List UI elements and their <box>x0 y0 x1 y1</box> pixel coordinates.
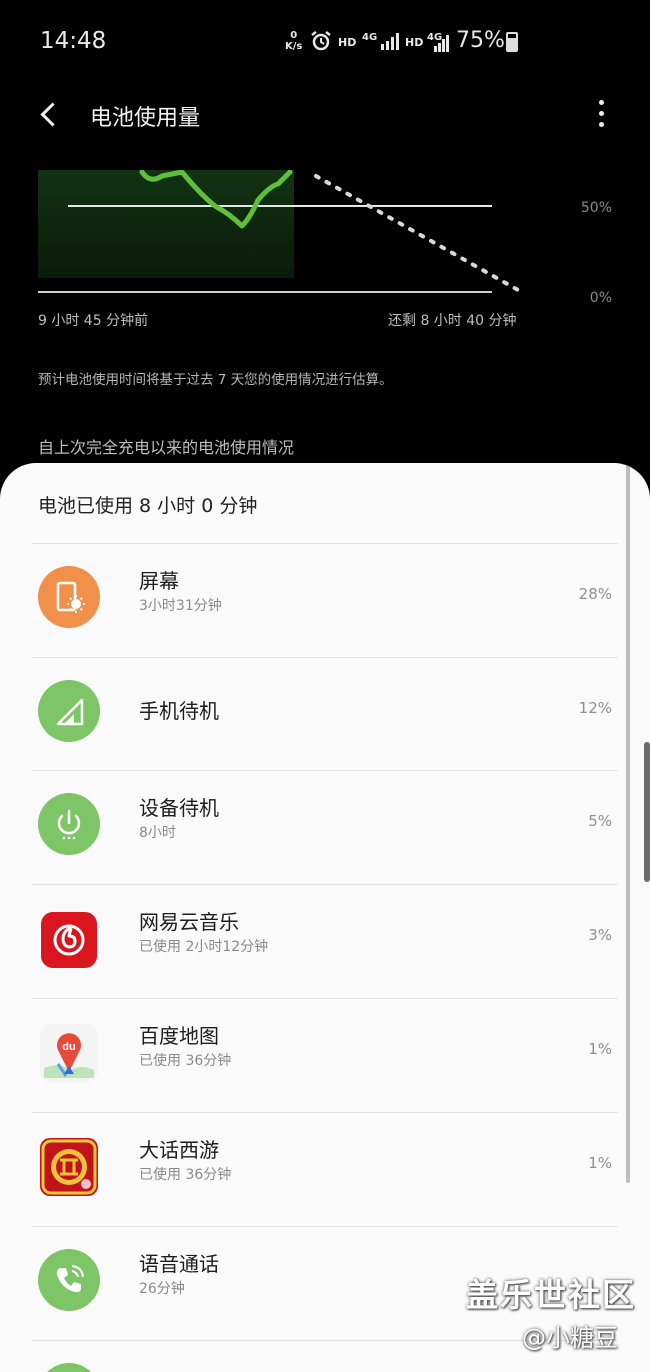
battery-chart: 50% 0% 9 小时 45 分钟前 还剩 8 小时 40 分钟 <box>0 170 650 330</box>
alarm-icon <box>310 30 332 52</box>
item-name: 百度地图 <box>139 1024 219 1048</box>
list-item-screen[interactable]: 屏幕 3小时31分钟 28% <box>0 543 640 656</box>
tick-label-50: 50% <box>580 200 612 216</box>
item-name: 屏幕 <box>139 569 179 593</box>
sheet-title: 电池已使用 8 小时 0 分钟 <box>38 495 258 517</box>
baidu-map-icon: du <box>40 1024 98 1082</box>
estimate-note: 预计电池使用时间将基于过去 7 天您的使用情况进行估算。 <box>38 372 393 388</box>
list-item-dahua-xiyou[interactable]: 大话西游 已使用 36分钟 1% <box>0 1112 640 1225</box>
battery-chart-graphic <box>38 170 520 293</box>
watermark-community: 盖乐世社区 <box>466 1276 637 1314</box>
back-button[interactable] <box>30 94 70 134</box>
item-name: 手机待机 <box>139 699 219 723</box>
scrollbar[interactable] <box>626 463 630 1183</box>
next-item-icon <box>38 1363 100 1372</box>
status-time: 14:48 <box>40 28 107 54</box>
chart-remaining-label: 还剩 8 小时 40 分钟 <box>388 313 517 329</box>
section-header: 自上次完全充电以来的电池使用情况 <box>38 438 295 457</box>
item-name: 网易云音乐 <box>139 910 239 934</box>
item-percent: 3% <box>588 926 612 944</box>
power-icon <box>38 793 100 855</box>
item-usage: 8小时 <box>139 825 176 841</box>
list-item-phone-standby[interactable]: 手机待机 12% <box>0 657 640 770</box>
net-speed: 0 K/s <box>285 30 303 52</box>
edge-panel-handle[interactable] <box>644 742 650 882</box>
list-item-netease-music[interactable]: 网易云音乐 已使用 2小时12分钟 3% <box>0 884 640 997</box>
list-item-baidu-map[interactable]: du 百度地图 已使用 36分钟 1% <box>0 998 640 1111</box>
item-percent: 28% <box>578 585 612 603</box>
item-percent: 1% <box>588 1154 612 1172</box>
netease-music-icon <box>41 912 97 968</box>
game-icon <box>40 1138 98 1196</box>
item-percent: 12% <box>578 699 612 717</box>
prediction-line <box>314 174 520 292</box>
item-name: 大话西游 <box>139 1138 219 1162</box>
signal-icon <box>38 680 100 742</box>
item-usage: 已使用 36分钟 <box>139 1053 232 1069</box>
item-usage: 3小时31分钟 <box>139 598 222 614</box>
watermark-author: @小糖豆 <box>522 1324 618 1352</box>
app-bar: 电池使用量 <box>0 84 650 144</box>
more-options-button[interactable] <box>586 96 616 132</box>
item-usage: 26分钟 <box>139 1281 185 1297</box>
item-name: 设备待机 <box>139 796 219 820</box>
network-type-1: 4G <box>362 32 378 43</box>
hd-badge-1: HD <box>338 36 357 49</box>
item-usage: 已使用 2小时12分钟 <box>139 939 269 955</box>
svg-text:du: du <box>62 1041 75 1053</box>
phone-icon <box>38 1249 100 1311</box>
item-percent: 5% <box>588 812 612 830</box>
screen-brightness-icon <box>38 566 100 628</box>
list-item-device-standby[interactable]: 设备待机 8小时 5% <box>0 770 640 883</box>
item-usage: 已使用 36分钟 <box>139 1167 232 1183</box>
item-percent: 1% <box>588 1040 612 1058</box>
hd-badge-2: HD <box>405 36 424 49</box>
page-title: 电池使用量 <box>90 106 201 131</box>
battery-percent: 75% <box>456 28 505 53</box>
item-name: 语音通话 <box>139 1252 219 1276</box>
status-bar: 14:48 0 K/s HD 4G HD 4G 75% <box>0 0 650 84</box>
tick-label-0: 0% <box>589 290 612 306</box>
usage-sheet: 电池已使用 8 小时 0 分钟 屏幕 3小时31分钟 28% 手机待机 12% … <box>0 463 650 1372</box>
battery-icon <box>506 32 518 52</box>
chart-start-label: 9 小时 45 分钟前 <box>38 313 149 329</box>
signal-bars-icon-2 <box>432 34 450 52</box>
signal-bars-icon-1 <box>380 32 400 50</box>
usage-area <box>38 170 294 278</box>
